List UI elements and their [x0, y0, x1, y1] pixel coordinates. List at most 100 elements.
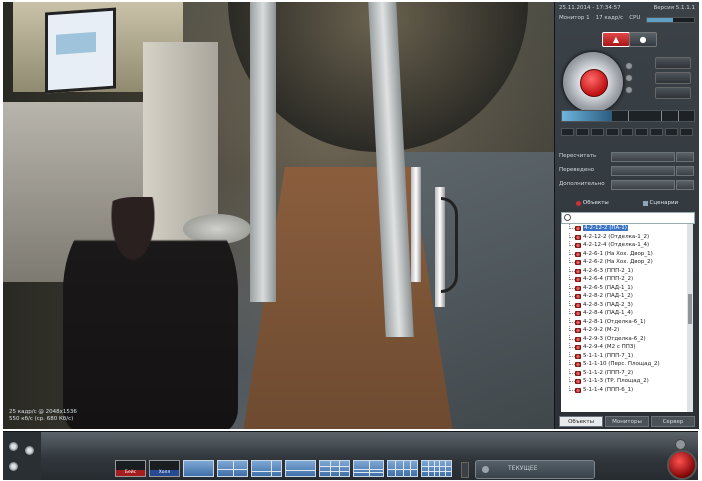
- tree-item-camera[interactable]: 4-2-12-2 (ПА-1): [561, 224, 687, 233]
- control-select[interactable]: [611, 180, 675, 190]
- tree-item-camera[interactable]: 4-2-6-4 (ППП-2_2): [561, 275, 687, 284]
- layout-2x2[interactable]: [217, 460, 248, 477]
- tree-item-camera[interactable]: 4-2-8-3 (ПАД-2_3): [561, 300, 687, 310]
- tree-scrollbar[interactable]: [687, 224, 693, 412]
- tree-item-label: 4-2-12-4 (Отделка-1_4): [583, 242, 650, 248]
- ptz-speed-slider[interactable]: [561, 110, 695, 122]
- tree-item-camera[interactable]: 4-2-8-1 (Отделка-6_1): [561, 317, 687, 327]
- control-select[interactable]: [611, 152, 675, 162]
- gear-icon[interactable]: [9, 442, 18, 451]
- tree-item-camera[interactable]: 4-2-6-3 (ППП-2_1): [561, 266, 687, 276]
- layout-1x1[interactable]: [183, 460, 214, 477]
- tree-scrollbar-thumb[interactable]: [688, 294, 692, 324]
- tree-item-label: 4-2-6-3 (ППП-2_1): [583, 267, 634, 274]
- tree-item-camera[interactable]: 4-2-6-1 (На Хох. Двор_1): [561, 249, 687, 259]
- object-search-input[interactable]: [561, 212, 695, 224]
- ptz-focus-icon[interactable]: [625, 62, 633, 70]
- tree-item-camera[interactable]: 5-1-1-10 (Перс. Площад_2): [561, 360, 687, 369]
- tab-server[interactable]: Сервер: [651, 416, 695, 427]
- tree-item-camera[interactable]: 4-2-6-5 (ПАД-1_1): [561, 283, 687, 293]
- live-mode-button[interactable]: ▲: [602, 32, 630, 47]
- ptz-joystick[interactable]: [563, 52, 623, 112]
- preset-button[interactable]: [575, 128, 589, 136]
- screen-icon[interactable]: [9, 462, 18, 471]
- status-text: ТЕКУЩЕЕ: [508, 465, 538, 472]
- preset-button[interactable]: [561, 128, 574, 136]
- layout-2-plus-8[interactable]: [353, 460, 384, 477]
- volume-icon[interactable]: [25, 446, 34, 455]
- tab-objects[interactable]: Объекты: [575, 198, 609, 208]
- tree-item-camera[interactable]: 5-1-1-3 (ТР. Площад_2): [561, 377, 687, 386]
- camera-icon: [575, 260, 581, 265]
- tab-monitors[interactable]: Мониторы: [605, 416, 649, 427]
- tree-item-camera[interactable]: 4-2-12-4 (Отделка-1_4): [561, 241, 687, 250]
- ptz-iris-icon[interactable]: [625, 74, 633, 82]
- control-label: Переведено: [559, 167, 595, 173]
- tree-item-camera[interactable]: 5-1-1-1 (ППП-7_1): [561, 351, 687, 361]
- preset-button[interactable]: [650, 128, 664, 136]
- tree-item-camera[interactable]: 4-2-8-2 (ПАД-1_2): [561, 292, 687, 301]
- object-tabs: Объекты Сценарии: [559, 198, 695, 208]
- camera-tree[interactable]: 4-2-12-2 (ПА-1) 4-2-12-2 (Отделка-1_2) 4-2…: [561, 224, 687, 412]
- video-surveillance-app: 25 кадр/с @ 2048x1536 550 кб/с (ср. 680 …: [0, 0, 702, 481]
- tree-item-camera[interactable]: 5-1-1-4 (ППП-6_1): [561, 385, 687, 395]
- camera-fps-resolution: 25 кадр/с @ 2048x1536: [9, 409, 77, 415]
- layout-more-arrow-icon[interactable]: [461, 462, 469, 478]
- tree-item-camera[interactable]: 4-2-9-3 (Отделка-6_2): [561, 334, 687, 344]
- status-led-icon: [482, 466, 489, 473]
- control-label: Дополнительно: [559, 181, 605, 187]
- ptz-center-button[interactable]: [580, 69, 608, 97]
- ptz-zoom-in-button[interactable]: [655, 57, 691, 69]
- camera-icon: [575, 379, 581, 384]
- ptz-focus-button[interactable]: [655, 72, 691, 84]
- preset-button[interactable]: [665, 128, 679, 136]
- preset-button[interactable]: [605, 128, 619, 136]
- ptz-zoom-icon[interactable]: [625, 86, 633, 94]
- camera-icon: [575, 311, 581, 316]
- tab-objects-bottom[interactable]: Объекты: [559, 416, 603, 427]
- camera-icon: [575, 370, 581, 376]
- tab-scenarios[interactable]: Сценарии: [642, 198, 678, 208]
- mini-knob-icon[interactable]: [675, 439, 686, 450]
- layout-1-plus-3[interactable]: [285, 460, 316, 477]
- tree-item-label: 4-2-6-2 (На Хох. Двор_2): [583, 259, 653, 265]
- camera-icon: [575, 345, 581, 350]
- tree-item-camera[interactable]: 4-2-12-2 (Отделка-1_2): [561, 232, 687, 242]
- control-row-recount: Пересчитать: [559, 152, 695, 162]
- ptz-iris-button[interactable]: [655, 87, 691, 99]
- preset-button[interactable]: [620, 128, 634, 136]
- tree-item-camera[interactable]: 5-1-1-2 (ППП-7_2): [561, 368, 687, 378]
- tree-item-label: 4-2-8-3 (ПАД-2_3): [583, 301, 633, 308]
- control-select[interactable]: [611, 166, 675, 176]
- tree-item-label: 4-2-6-4 (ППП-2_2): [583, 276, 634, 282]
- tree-item-camera[interactable]: 4-2-6-2 (На Хох. Двор_2): [561, 258, 687, 267]
- layout-camera-1[interactable]: Бейс: [115, 460, 146, 477]
- scene-rope: [441, 197, 458, 293]
- ptz-speed-fill: [562, 111, 613, 121]
- control-button[interactable]: [676, 152, 694, 162]
- layout-4x4[interactable]: [387, 460, 418, 477]
- preset-button[interactable]: [590, 128, 604, 136]
- speed-tick: [628, 111, 629, 121]
- datetime-label: 25.11.2014 - 17:34:57: [559, 5, 621, 11]
- layout-camera-2[interactable]: Холл: [149, 460, 180, 477]
- control-button[interactable]: [676, 180, 694, 190]
- tree-item-label: 4-2-6-5 (ПАД-1_1): [583, 284, 633, 291]
- layout-5x5[interactable]: [421, 460, 452, 477]
- tree-item-label: 4-2-8-4 (ПАД-1_4): [583, 310, 633, 316]
- status-indicator[interactable]: ТЕКУЩЕЕ: [475, 460, 595, 479]
- control-button[interactable]: [676, 166, 694, 176]
- layout-1-plus-5[interactable]: [251, 460, 282, 477]
- tree-item-camera[interactable]: 4-2-9-2 (М-2): [561, 326, 687, 335]
- search-icon: [564, 214, 571, 221]
- camera-view[interactable]: 25 кадр/с @ 2048x1536 550 кб/с (ср. 680 …: [3, 2, 554, 429]
- tree-item-camera[interactable]: 4-2-9-4 (М2 с ППЗ): [561, 343, 687, 352]
- preset-button[interactable]: [635, 128, 649, 136]
- preset-button[interactable]: [680, 128, 694, 136]
- tree-item-label: 4-2-6-1 (На Хох. Двор_1): [583, 250, 653, 257]
- tree-item-label: 4-2-9-2 (М-2): [583, 327, 620, 333]
- layout-3x3[interactable]: [319, 460, 350, 477]
- tree-item-camera[interactable]: 4-2-8-4 (ПАД-1_4): [561, 309, 687, 318]
- record-button[interactable]: [667, 450, 697, 480]
- archive-mode-button[interactable]: ●: [629, 32, 657, 47]
